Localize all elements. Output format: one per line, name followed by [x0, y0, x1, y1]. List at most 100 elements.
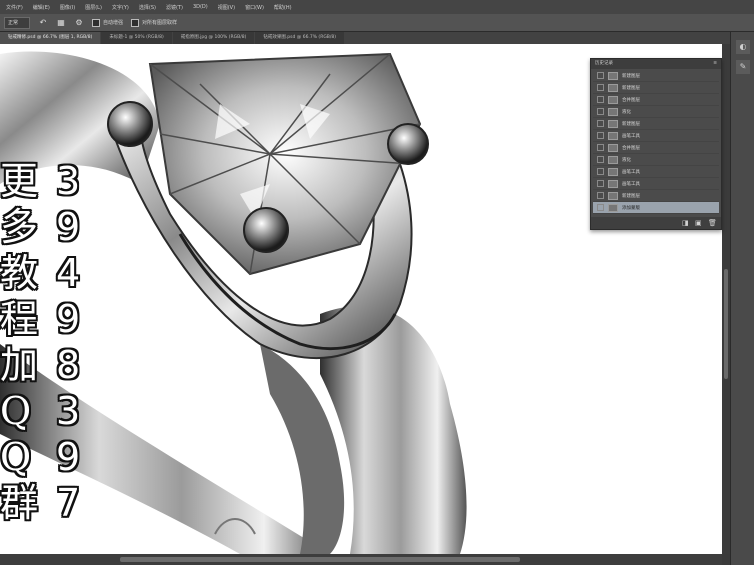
thumbnail	[608, 131, 618, 140]
history-list: 新建图层 新建图层 合并图层 液化 新建图层 画笔工具 合并图层 液化 画笔工具…	[593, 70, 719, 214]
thumbnail	[608, 95, 618, 104]
history-label: 新建图层	[622, 73, 640, 79]
watermark-digit: 4	[56, 251, 81, 295]
history-row[interactable]: 新建图层	[593, 82, 719, 94]
menu-image[interactable]: 图像(I)	[60, 4, 75, 11]
menu-edit[interactable]: 编辑(E)	[33, 4, 50, 11]
history-label: 液化	[622, 157, 631, 163]
rotate-icon[interactable]: ↶	[38, 18, 48, 28]
menu-filter[interactable]: 滤镜(T)	[166, 4, 183, 11]
document-tab[interactable]: 戒指原图.jpg @ 100% (RGB/8)	[172, 32, 255, 44]
history-panel: 历史记录 ≡ 新建图层 新建图层 合并图层 液化 新建图层 画笔工具 合并图层 …	[590, 58, 722, 230]
document-tab[interactable]: 钻戒效果图.psd @ 66.7% (RGB/8)	[255, 32, 345, 44]
document-tabs: 钻戒精修.psd @ 66.7% (图层 1, RGB/8) 未标题-1 @ 5…	[0, 32, 754, 44]
thumbnail	[608, 155, 618, 164]
history-row[interactable]: 画笔工具	[593, 130, 719, 142]
thumbnail	[608, 71, 618, 80]
vertical-scrollbar[interactable]	[722, 44, 730, 554]
panel-menu-icon[interactable]: ≡	[713, 59, 717, 69]
history-label: 添加蒙版	[622, 205, 640, 211]
grid-icon[interactable]: ▦	[56, 18, 66, 28]
checkbox-box	[92, 18, 100, 27]
watermark-digit: 9	[56, 297, 81, 341]
visibility-icon[interactable]	[597, 156, 604, 163]
watermark-char: Q	[0, 389, 32, 433]
history-label: 液化	[622, 109, 631, 115]
menu-window[interactable]: 窗口(W)	[245, 4, 264, 11]
visibility-icon[interactable]	[597, 192, 604, 199]
panel-footer: ◨ ▣ 🗑	[591, 217, 721, 229]
document-tab[interactable]: 钻戒精修.psd @ 66.7% (图层 1, RGB/8)	[0, 32, 101, 44]
right-dock: ◐ ✎	[730, 32, 754, 565]
menu-help[interactable]: 帮助(H)	[274, 4, 292, 11]
visibility-icon[interactable]	[597, 84, 604, 91]
auto-enhance-checkbox[interactable]: 自动增强	[92, 18, 124, 27]
watermark-char: 教	[0, 251, 39, 295]
sample-all-layers-label: 对所有图层取样	[142, 20, 178, 26]
panel-header: 历史记录 ≡	[591, 59, 721, 69]
menu-3d[interactable]: 3D(D)	[193, 4, 208, 10]
trash-icon[interactable]: 🗑	[708, 219, 717, 227]
thumbnail	[608, 107, 618, 116]
history-row[interactable]: 画笔工具	[593, 166, 719, 178]
visibility-icon[interactable]	[597, 72, 604, 79]
document-tab[interactable]: 未标题-1 @ 50% (RGB/8)	[101, 32, 172, 44]
watermark-char: 加	[0, 343, 39, 387]
watermark-digit: 9	[56, 205, 81, 249]
thumbnail	[608, 119, 618, 128]
visibility-icon[interactable]	[597, 108, 604, 115]
new-document-icon[interactable]: ▣	[695, 219, 702, 227]
watermark-char: 多	[0, 205, 39, 249]
watermark-left: 更 多 教 程 加 Q Q 群	[0, 158, 38, 526]
visibility-icon[interactable]	[597, 204, 604, 211]
menu-type[interactable]: 文字(Y)	[112, 4, 129, 11]
visibility-icon[interactable]	[597, 168, 604, 175]
watermark-digit: 3	[56, 389, 81, 433]
visibility-icon[interactable]	[597, 180, 604, 187]
history-label: 画笔工具	[622, 133, 640, 139]
menu-view[interactable]: 视图(V)	[218, 4, 235, 11]
visibility-icon[interactable]	[597, 144, 604, 151]
horizontal-scrollbar[interactable]	[0, 554, 722, 565]
history-row[interactable]: 合并图层	[593, 142, 719, 154]
history-row[interactable]: 画笔工具	[593, 178, 719, 190]
thumbnail	[608, 83, 618, 92]
history-row[interactable]: 新建图层	[593, 70, 719, 82]
visibility-icon[interactable]	[597, 132, 604, 139]
sample-all-layers-checkbox[interactable]: 对所有图层取样	[131, 18, 178, 27]
watermark-digit: 8	[56, 343, 81, 387]
watermark-char: 更	[0, 159, 39, 203]
scroll-thumb[interactable]	[120, 557, 520, 562]
new-snapshot-icon[interactable]: ◨	[682, 219, 689, 227]
thumbnail	[608, 179, 618, 188]
panel-title: 历史记录	[595, 61, 613, 66]
history-row[interactable]: 新建图层	[593, 190, 719, 202]
thumbnail	[608, 191, 618, 200]
adjust-icon[interactable]: ◐	[736, 40, 750, 54]
menu-file[interactable]: 文件(F)	[6, 4, 23, 11]
menu-bar: 文件(F) 编辑(E) 图像(I) 图层(L) 文字(Y) 选择(S) 滤镜(T…	[0, 0, 754, 14]
visibility-icon[interactable]	[597, 96, 604, 103]
gear-icon[interactable]: ⚙	[74, 18, 84, 28]
visibility-icon[interactable]	[597, 120, 604, 127]
watermark-char: Q	[0, 435, 32, 479]
menu-layer[interactable]: 图层(L)	[85, 4, 102, 11]
history-row[interactable]: 合并图层	[593, 94, 719, 106]
thumbnail	[608, 203, 618, 212]
history-row[interactable]: 液化	[593, 154, 719, 166]
thumbnail	[608, 167, 618, 176]
menu-select[interactable]: 选择(S)	[139, 4, 156, 11]
history-label: 新建图层	[622, 85, 640, 91]
history-label: 新建图层	[622, 121, 640, 127]
brush-icon[interactable]: ✎	[736, 60, 750, 74]
watermark-char: 群	[0, 481, 39, 525]
history-row-selected[interactable]: 添加蒙版	[593, 202, 719, 214]
watermark-digit: 3	[56, 159, 81, 203]
history-row[interactable]: 液化	[593, 106, 719, 118]
scroll-thumb[interactable]	[724, 269, 728, 379]
watermark-char: 程	[0, 297, 39, 341]
auto-enhance-label: 自动增强	[103, 20, 124, 26]
watermark-right: 3 9 4 9 8 3 9 7	[56, 158, 80, 526]
history-row[interactable]: 新建图层	[593, 118, 719, 130]
mode-select[interactable]: 正常	[4, 16, 30, 29]
